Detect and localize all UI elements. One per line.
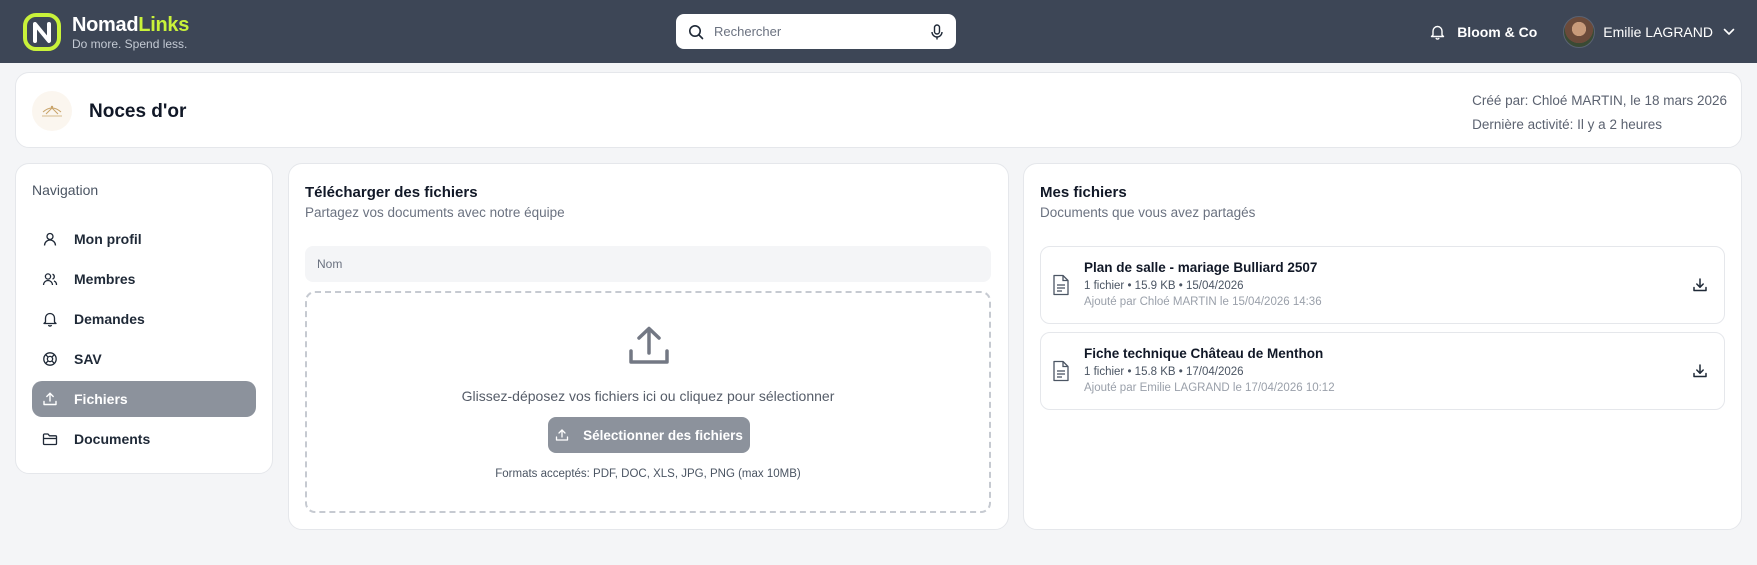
event-header-card: Noces d'or Créé par: Chloé MARTIN, le 18… (15, 72, 1742, 148)
sidebar-item-label: SAV (74, 351, 102, 367)
brand-tagline: Do more. Spend less. (72, 36, 188, 51)
sidebar-item-label: Mon profil (74, 231, 142, 247)
upload-icon (555, 428, 569, 442)
file-item[interactable]: Fiche technique Château de Menthon 1 fic… (1040, 332, 1725, 410)
organization-name[interactable]: Bloom & Co (1457, 24, 1537, 40)
event-emblem-icon (42, 105, 62, 117)
search-bar (676, 14, 956, 49)
file-name-input[interactable] (305, 246, 991, 282)
user-icon (42, 231, 58, 247)
download-button[interactable] (1690, 361, 1710, 381)
event-logo (32, 91, 72, 131)
chevron-down-icon[interactable] (1723, 28, 1735, 36)
file-added-by: Ajouté par Emilie LAGRAND le 17/04/2026 … (1084, 382, 1335, 394)
file-name: Plan de salle - mariage Bulliard 2507 (1084, 260, 1318, 275)
folder-icon (42, 431, 58, 447)
document-icon (1053, 274, 1069, 296)
event-created-by: Créé par: Chloé MARTIN, le 18 mars 2026 (1472, 93, 1727, 108)
file-item[interactable]: Plan de salle - mariage Bulliard 2507 1 … (1040, 246, 1725, 324)
file-added-by: Ajouté par Chloé MARTIN le 15/04/2026 14… (1084, 296, 1322, 308)
upload-icon (42, 391, 58, 407)
my-files-subtitle: Documents que vous avez partagés (1040, 205, 1256, 220)
event-title: Noces d'or (89, 101, 187, 122)
search-icon (689, 24, 704, 39)
sidebar-item-documents[interactable]: Documents (32, 421, 256, 457)
download-icon (1693, 278, 1707, 292)
sidebar-item-sav[interactable]: SAV (32, 341, 256, 377)
bell-icon (42, 311, 58, 327)
file-info: 1 fichier • 15.9 KB • 15/04/2026 (1084, 280, 1244, 292)
accepted-formats: Formats acceptés: PDF, DOC, XLS, JPG, PN… (495, 468, 801, 480)
microphone-icon[interactable] (930, 23, 944, 40)
brand-logo[interactable]: NomadLinks Do more. Spend less. (22, 12, 189, 52)
upload-subtitle: Partagez vos documents avec notre équipe (305, 205, 565, 220)
sidebar-title: Navigation (32, 182, 99, 198)
brand-name-second: Links (138, 13, 190, 36)
file-info: 1 fichier • 15.8 KB • 17/04/2026 (1084, 366, 1244, 378)
file-name: Fiche technique Château de Menthon (1084, 346, 1324, 361)
sidebar-item-label: Fichiers (74, 391, 128, 407)
file-dropzone[interactable]: Glissez-déposez vos fichiers ici ou cliq… (305, 291, 991, 513)
upload-title: Télécharger des fichiers (305, 184, 478, 201)
sidebar: Navigation Mon profil Membres Demandes S… (15, 163, 273, 474)
download-icon (1693, 364, 1707, 378)
sidebar-item-membres[interactable]: Membres (32, 261, 256, 297)
sidebar-item-mon-profil[interactable]: Mon profil (32, 221, 256, 257)
user-name[interactable]: Emilie LAGRAND (1603, 24, 1713, 40)
event-meta: Créé par: Chloé MARTIN, le 18 mars 2026 … (1472, 89, 1727, 137)
sidebar-item-label: Documents (74, 431, 151, 447)
event-last-activity: Dernière activité: Il y a 2 heures (1472, 117, 1662, 132)
lifebuoy-icon (42, 351, 58, 367)
upload-panel: Télécharger des fichiers Partagez vos do… (288, 163, 1009, 530)
select-files-button[interactable]: Sélectionner des fichiers (548, 417, 750, 453)
select-files-label: Sélectionner des fichiers (583, 427, 743, 443)
sidebar-item-fichiers[interactable]: Fichiers (32, 381, 256, 417)
upload-cloud-icon (629, 326, 669, 364)
nomadlinks-logo-icon (23, 13, 61, 51)
top-bar: NomadLinks Do more. Spend less. Bloom & … (0, 0, 1757, 63)
user-avatar[interactable] (1563, 15, 1596, 48)
search-input[interactable] (714, 24, 930, 39)
dropzone-instructions: Glissez-déposez vos fichiers ici ou cliq… (461, 388, 835, 404)
notifications-bell-icon[interactable] (1430, 24, 1445, 40)
users-icon (42, 271, 58, 287)
brand-name: NomadLinks (72, 15, 189, 35)
my-files-panel: Mes fichiers Documents que vous avez par… (1023, 163, 1742, 530)
download-button[interactable] (1690, 275, 1710, 295)
sidebar-item-label: Demandes (74, 311, 145, 327)
brand-name-first: Nomad (72, 13, 139, 36)
sidebar-item-demandes[interactable]: Demandes (32, 301, 256, 337)
document-icon (1053, 360, 1069, 382)
sidebar-item-label: Membres (74, 271, 136, 287)
my-files-title: Mes fichiers (1040, 184, 1127, 201)
